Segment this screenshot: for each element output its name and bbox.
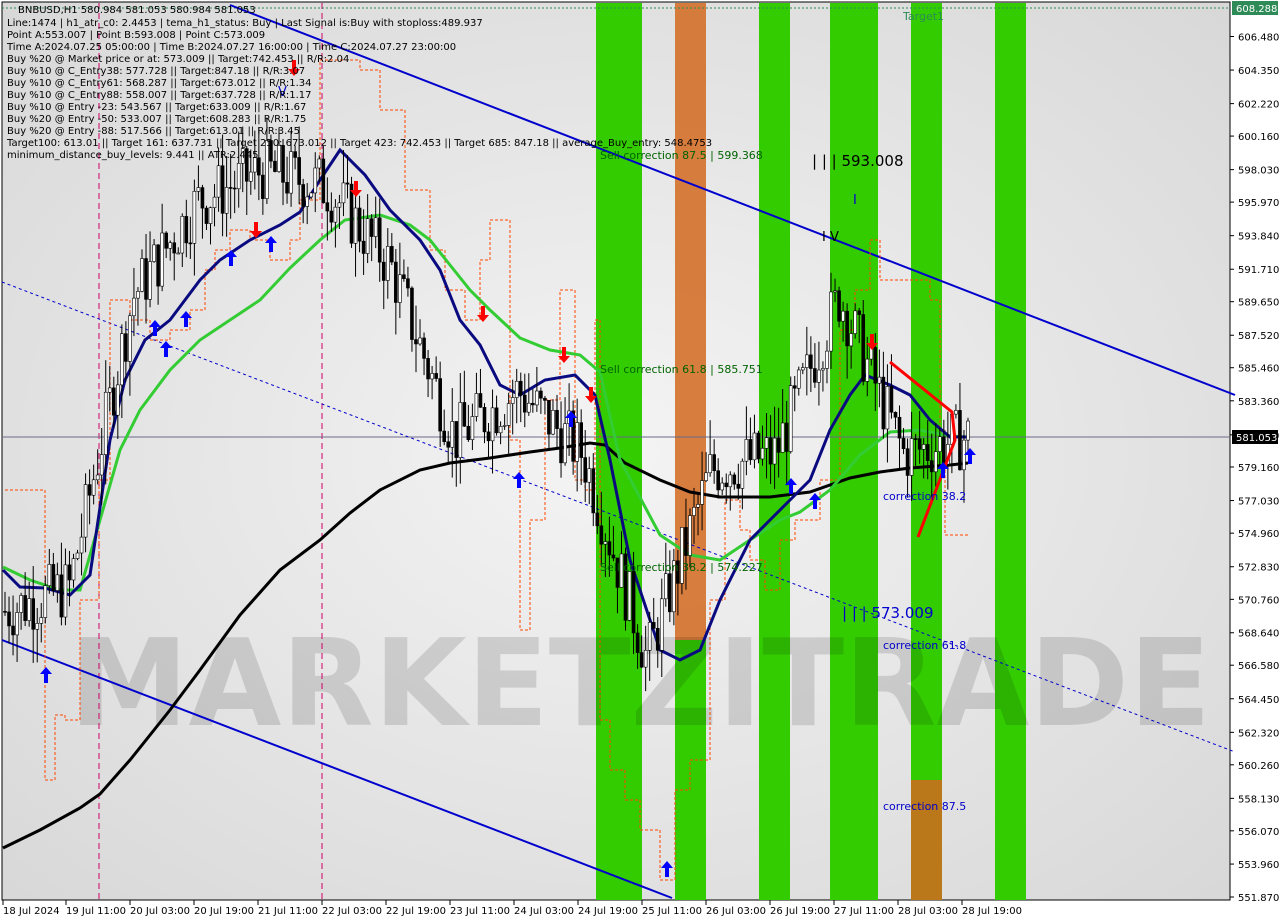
price-tick-label: 558.130 <box>1238 794 1279 805</box>
info-line: Buy %20 @ Entry -50: 533.007 || Target:6… <box>7 114 306 125</box>
time-axis: 18 Jul 2024 19 Jul 11:00 20 Jul 03:00 20 Ju… <box>2 900 1022 917</box>
price-tick-label: 556.070 <box>1238 827 1279 838</box>
correction-87-label: correction 87.5 <box>883 800 966 813</box>
price-tick-label: 606.480 <box>1238 32 1279 43</box>
point-c-label: | | | 573.009 <box>842 604 934 622</box>
price-tick-label: 604.350 <box>1238 66 1279 77</box>
time-tick-label: 20 Jul 03:00 <box>130 906 190 917</box>
green-zone <box>830 3 878 900</box>
time-tick-label: 27 Jul 11:00 <box>834 906 894 917</box>
time-tick-label: 28 Jul 19:00 <box>962 906 1022 917</box>
info-line: Buy %20 @ Market price or at: 573.009 ||… <box>7 54 349 65</box>
sell-correction-61-label: Sell correction 61.8 | 585.751 <box>600 363 763 376</box>
time-tick-label: 19 Jul 11:00 <box>66 906 126 917</box>
price-tick-label: 595.970 <box>1238 198 1279 209</box>
price-tick-label: 593.840 <box>1238 232 1279 243</box>
price-tick-label: 574.960 <box>1238 529 1279 540</box>
info-line: Point A:553.007 | Point B:593.008 | Poin… <box>7 30 265 41</box>
price-tick-label: 602.220 <box>1238 100 1279 111</box>
green-zone <box>995 3 1026 900</box>
time-tick-label: 20 Jul 19:00 <box>194 906 254 917</box>
price-tick-label: 560.260 <box>1238 761 1279 772</box>
price-tick-label: 566.580 <box>1238 661 1279 672</box>
candle <box>837 286 841 328</box>
price-axis: 606.480 604.350 602.220 600.160 598.030 595.9… <box>1230 32 1279 904</box>
price-tick-label: 591.710 <box>1238 265 1279 276</box>
price-tick-label: 583.360 <box>1238 397 1279 408</box>
info-line: Target100: 613.01 || Target 161: 637.731… <box>6 138 712 149</box>
info-line: Line:1474 | h1_atr_c0: 2.4453 | tema_h1_… <box>7 18 483 29</box>
price-tick-label: 568.640 <box>1238 629 1279 640</box>
price-tick-label: 598.030 <box>1238 166 1279 177</box>
chart-root[interactable]: MARKETZITRADE Sell correction 87.5 | 599… <box>0 0 1280 920</box>
price-tick-label: 585.460 <box>1238 364 1279 375</box>
correction-38-label: correction 38.2 <box>883 490 966 503</box>
symbol-line: BNBUSD,H1 580.984 581.053 580.984 581.05… <box>18 5 256 16</box>
time-tick-label: 25 Jul 11:00 <box>642 906 702 917</box>
point-b-label: | | | 593.008 <box>812 152 904 170</box>
price-tick-label: 553.960 <box>1238 860 1279 871</box>
price-tick-label: 551.870 <box>1238 893 1279 904</box>
time-tick-label: 28 Jul 03:00 <box>898 906 958 917</box>
time-tick-label: 22 Jul 03:00 <box>322 906 382 917</box>
watermark: MARKETZITRADE <box>69 615 1211 754</box>
wave-i-label: I <box>853 193 857 208</box>
info-line: Buy %20 @ Entry -88: 517.566 || Target:6… <box>7 126 300 137</box>
time-tick-label: 26 Jul 03:00 <box>706 906 766 917</box>
time-tick-label: 23 Jul 11:00 <box>450 906 510 917</box>
price-tick-label: 600.160 <box>1238 132 1279 143</box>
time-tick-label: 18 Jul 2024 <box>3 906 60 917</box>
price-tick-label: 577.030 <box>1238 497 1279 508</box>
orange-zone <box>911 780 942 900</box>
price-tick-label: 570.760 <box>1238 595 1279 606</box>
info-line: Buy %10 @ C_Entry38: 577.728 || Target:8… <box>7 66 305 77</box>
target1-label: Target1 <box>902 10 944 23</box>
candle <box>349 176 354 248</box>
candle <box>627 570 632 622</box>
info-line: Buy %10 @ C_Entry61: 568.287 || Target:6… <box>7 78 312 89</box>
price-tick-label: 579.160 <box>1238 463 1279 474</box>
info-line: Time A:2024.07.25 05:00:00 | Time B:2024… <box>6 42 456 53</box>
time-tick-label: 24 Jul 03:00 <box>514 906 574 917</box>
price-tick-label: 564.450 <box>1238 695 1279 706</box>
price-tick-label: 572.830 <box>1238 563 1279 574</box>
time-tick-label: 22 Jul 19:00 <box>386 906 446 917</box>
time-tick-label: 21 Jul 11:00 <box>258 906 318 917</box>
time-tick-label: 24 Jul 19:00 <box>578 906 638 917</box>
price-chart[interactable]: MARKETZITRADE Sell correction 87.5 | 599… <box>0 0 1280 920</box>
price-tick-label: 587.520 <box>1238 331 1279 342</box>
sell-correction-87-label: Sell correction 87.5 | 599.368 <box>600 149 763 162</box>
candle <box>788 376 793 454</box>
info-line: Buy %10 @ Entry -23: 543.567 || Target:6… <box>7 102 306 113</box>
price-tick-label: 562.320 <box>1238 728 1279 739</box>
candle <box>756 430 761 464</box>
price-tick-label: 589.650 <box>1238 298 1279 309</box>
top-price-label: 608.288 <box>1236 4 1277 15</box>
time-tick-label: 26 Jul 19:00 <box>770 906 830 917</box>
sell-correction-38-label: Sell correction 38.2 | 574.227 <box>600 561 763 574</box>
current-price-label: 581.053 <box>1236 433 1277 444</box>
wave-iv-label: I V <box>822 230 839 245</box>
info-line: Buy %10 @ C_Entry88: 558.007 || Target:6… <box>7 90 312 101</box>
info-line: minimum_distance_buy_levels: 9.441 || AT… <box>7 150 259 161</box>
correction-61-label: correction 61.8 <box>883 639 966 652</box>
